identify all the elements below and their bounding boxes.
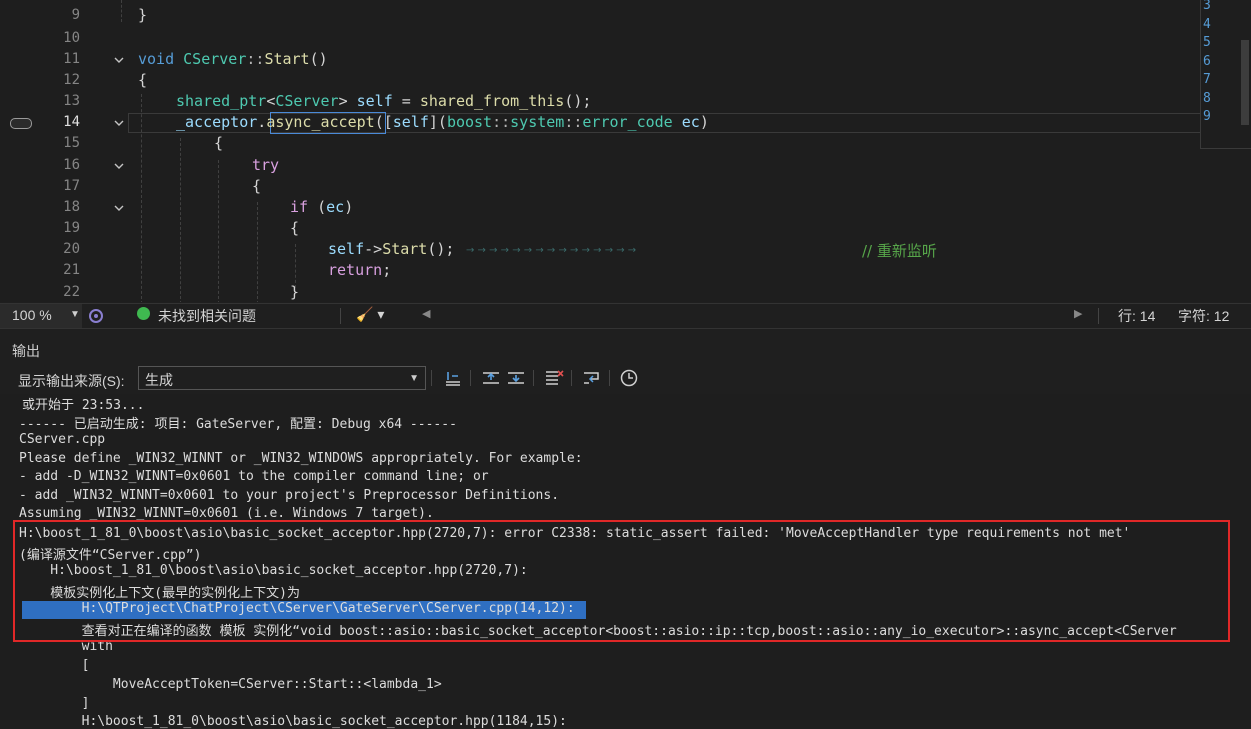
output-line[interactable]: - add _WIN32_WINNT=0x0601 to your projec… xyxy=(19,488,559,503)
fold-chevron-icon[interactable] xyxy=(113,160,125,172)
line-number: 20 xyxy=(63,241,80,257)
code-comment: // 重新监听 xyxy=(862,242,937,260)
code-line[interactable]: return; xyxy=(328,261,391,279)
code-line[interactable]: { xyxy=(214,134,223,152)
chevron-down-icon: ▼ xyxy=(70,309,80,320)
code-line[interactable]: { xyxy=(290,219,299,237)
chevron-down-icon: ▼ xyxy=(409,373,419,384)
code-line[interactable]: } xyxy=(138,6,147,24)
peek-line-number: 4 xyxy=(1203,17,1211,32)
indent-guide xyxy=(295,244,296,288)
code-line-current[interactable]: _acceptor.async_accept([self](boost::sys… xyxy=(176,113,709,131)
output-line[interactable]: - add -D_WIN32_WINNT=0x0601 to the compi… xyxy=(19,469,489,484)
go-to-next-message-icon[interactable] xyxy=(505,368,527,388)
fold-chevron-icon[interactable] xyxy=(113,202,125,214)
line-number: 11 xyxy=(63,51,80,67)
indent-guide xyxy=(257,202,258,302)
line-number: 22 xyxy=(63,284,80,300)
clear-all-icon[interactable] xyxy=(543,368,565,388)
line-number: 21 xyxy=(63,262,80,278)
line-number: 16 xyxy=(63,157,80,173)
cursor-column[interactable]: 字符: 12 xyxy=(1178,306,1229,326)
clock-icon[interactable] xyxy=(619,368,641,388)
line-number: 17 xyxy=(63,178,80,194)
find-message-in-code-icon[interactable] xyxy=(442,368,464,388)
code-line[interactable]: void CServer::Start() xyxy=(138,50,328,68)
peek-line-number: 6 xyxy=(1203,54,1211,69)
divider xyxy=(609,370,610,386)
peek-line-number: 7 xyxy=(1203,72,1211,87)
code-editor[interactable]: 9 10 11 12 13 14 15 16 17 18 19 20 21 22… xyxy=(0,0,1251,302)
line-number: 9 xyxy=(71,7,80,23)
code-line[interactable]: } xyxy=(290,283,299,301)
peek-line-number: 5 xyxy=(1203,35,1211,50)
line-number: 18 xyxy=(63,199,80,215)
output-line[interactable]: [ xyxy=(19,658,90,673)
output-line[interactable]: CServer.cpp xyxy=(19,432,105,447)
line-number: 15 xyxy=(63,135,80,151)
peek-line-number: 3 xyxy=(1203,0,1211,13)
line-number-current: 14 xyxy=(63,114,80,130)
word-wrap-icon[interactable] xyxy=(581,368,603,388)
divider xyxy=(1098,308,1099,324)
zoom-value: 100 % xyxy=(12,307,52,323)
zoom-dropdown[interactable]: 100 % ▼ xyxy=(0,304,82,328)
indent-guide xyxy=(121,0,122,22)
output-line[interactable]: ------ 已启动生成: 项目: GateServer, 配置: Debug … xyxy=(19,413,457,432)
divider xyxy=(571,370,572,386)
line-number: 19 xyxy=(63,220,80,236)
scroll-right-icon[interactable]: ▶ xyxy=(1074,307,1082,320)
fold-chevron-icon[interactable] xyxy=(113,117,125,129)
code-line[interactable]: { xyxy=(252,177,261,195)
output-source-value: 生成 xyxy=(145,372,173,388)
indent-guide xyxy=(218,160,219,302)
line-number: 12 xyxy=(63,72,80,88)
peek-line-number: 9 xyxy=(1203,109,1211,124)
output-line[interactable]: ] xyxy=(19,696,90,711)
code-line[interactable]: { xyxy=(138,71,147,89)
code-line[interactable]: shared_ptr<CServer> self = shared_from_t… xyxy=(176,92,591,110)
output-source-label: 显示输出来源(S): xyxy=(18,373,125,389)
divider xyxy=(431,370,432,386)
current-line-marker-icon[interactable] xyxy=(10,118,32,129)
line-number: 13 xyxy=(63,93,80,109)
cursor-row[interactable]: 行: 14 xyxy=(1118,306,1155,326)
highlight-annotation-box xyxy=(13,520,1230,642)
line-number: 10 xyxy=(63,30,80,46)
check-circle-icon xyxy=(137,307,150,320)
fold-chevron-icon[interactable] xyxy=(113,54,125,66)
output-line[interactable]: 或开始于 23:53... xyxy=(22,394,144,413)
code-line[interactable]: self->Start(); xyxy=(328,240,454,258)
output-source-select[interactable]: 生成 ▼ xyxy=(138,366,426,390)
code-line[interactable]: if (ec) xyxy=(290,198,353,216)
divider xyxy=(340,308,341,324)
output-line[interactable]: H:\boost_1_81_0\boost\asio\basic_socket_… xyxy=(19,714,567,729)
code-line[interactable]: try xyxy=(252,156,279,174)
divider xyxy=(470,370,471,386)
output-line[interactable]: MoveAcceptToken=CServer::Start::<lambda_… xyxy=(19,677,442,692)
scroll-left-icon[interactable]: ◀ xyxy=(422,307,430,320)
whitespace-arrow-icon: → → → → → → → → → → → → → → → xyxy=(466,245,637,256)
output-panel-title: 输出 xyxy=(12,343,40,359)
divider xyxy=(533,370,534,386)
copilot-icon[interactable] xyxy=(88,308,104,327)
go-to-previous-message-icon[interactable] xyxy=(480,368,502,388)
output-line[interactable]: Please define _WIN32_WINNT or _WIN32_WIN… xyxy=(19,451,583,466)
indent-guide xyxy=(180,138,181,302)
output-line[interactable]: Assuming _WIN32_WINNT=0x0601 (i.e. Windo… xyxy=(19,506,434,521)
code-cleanup-icon[interactable]: 🧹 ▾ xyxy=(356,306,384,323)
peek-line-number: 8 xyxy=(1203,91,1211,106)
issues-status[interactable]: 未找到相关问题 xyxy=(158,306,256,326)
peek-scrollbar[interactable] xyxy=(1241,40,1249,125)
